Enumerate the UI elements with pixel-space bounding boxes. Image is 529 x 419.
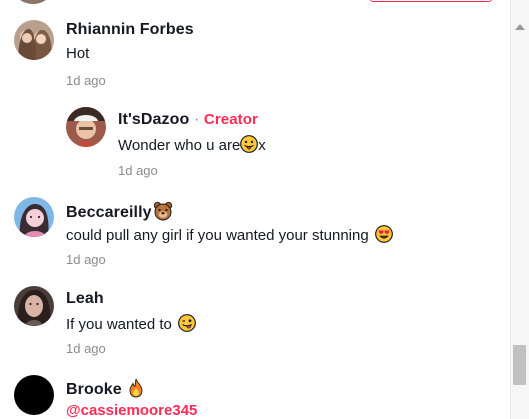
black-avatar bbox=[14, 375, 54, 415]
comment-author[interactable]: Rhiannin Forbes bbox=[66, 21, 194, 39]
comment-author-line: Beccareilly bbox=[66, 201, 173, 222]
tongue-out-emoji-icon bbox=[240, 135, 259, 153]
avatar[interactable] bbox=[66, 107, 106, 147]
scrollbar-thumb[interactable] bbox=[513, 345, 526, 385]
avatar[interactable] bbox=[14, 375, 54, 415]
comment-text-suffix: x bbox=[258, 137, 266, 154]
comment-author-line: Brooke bbox=[66, 378, 145, 399]
previous-action-button[interactable] bbox=[370, 0, 492, 2]
woman-pink-photo-avatar bbox=[14, 197, 54, 237]
comment-text-line: If you wanted to bbox=[66, 314, 196, 333]
comment-author[interactable]: Brooke bbox=[66, 381, 122, 398]
comment-time: 1d ago bbox=[66, 341, 106, 356]
bear-face-emoji-icon bbox=[153, 201, 173, 221]
avatar[interactable] bbox=[14, 20, 54, 60]
comment-text-line: could pull any girl if you wanted your s… bbox=[66, 225, 393, 244]
avatar[interactable] bbox=[14, 286, 54, 326]
previous-comment-fragment bbox=[0, 0, 510, 6]
comment-text: Hot bbox=[66, 45, 90, 62]
heart-eyes-emoji-icon bbox=[374, 225, 393, 243]
comment-text: Wonder who u are bbox=[118, 137, 241, 154]
creator-badge: Creator bbox=[203, 111, 258, 128]
comment-time: 1d ago bbox=[118, 163, 158, 178]
comment-text: If you wanted to bbox=[66, 316, 172, 333]
winking-tongue-emoji-icon bbox=[178, 314, 196, 332]
scrollbar[interactable] bbox=[510, 0, 529, 419]
woman-dark-hair-photo-avatar bbox=[14, 286, 54, 326]
comment-time: 1d ago bbox=[66, 252, 106, 267]
comments-panel: Rhiannin Forbes Hot 1d ago It'sDazoo · C… bbox=[0, 0, 510, 419]
separator-dot: · bbox=[193, 111, 200, 128]
comment-mention-link[interactable]: @cassiemoore345 bbox=[66, 402, 197, 419]
reply-author-line: It'sDazoo · Creator bbox=[118, 111, 258, 129]
comment-time: 1d ago bbox=[66, 73, 106, 88]
previous-avatar[interactable] bbox=[14, 0, 52, 4]
two-women-photo-avatar bbox=[14, 20, 54, 60]
comment-author[interactable]: It'sDazoo bbox=[118, 111, 189, 128]
avatar[interactable] bbox=[14, 197, 54, 237]
fire-emoji-icon bbox=[127, 378, 145, 398]
comment-text-line: Wonder who u are x bbox=[118, 135, 266, 154]
scroll-up-arrow-icon[interactable] bbox=[515, 24, 525, 30]
comment-author[interactable]: Beccareilly bbox=[66, 204, 152, 221]
comment-author[interactable]: Leah bbox=[66, 290, 104, 308]
man-cap-photo-avatar bbox=[66, 107, 106, 147]
comment-text: could pull any girl if you wanted your s… bbox=[66, 227, 369, 244]
